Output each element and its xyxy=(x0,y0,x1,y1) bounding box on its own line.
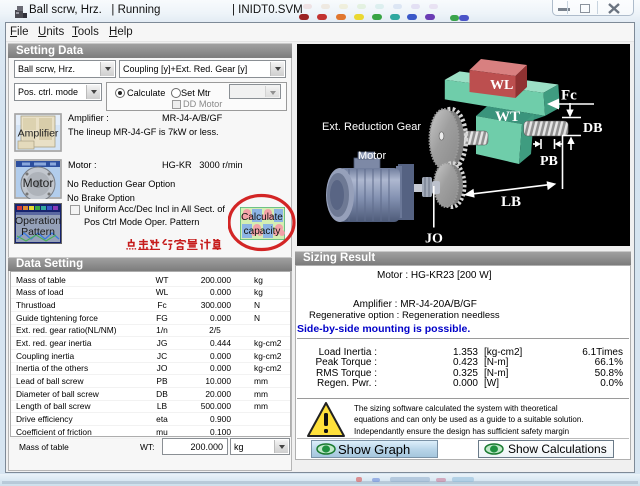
svg-text:Motor: Motor xyxy=(358,150,386,162)
svg-text:Motor: Motor xyxy=(23,176,54,190)
svg-text:Ext. Reduction Gear: Ext. Reduction Gear xyxy=(322,121,421,133)
svg-text:Fc: Fc xyxy=(561,88,577,104)
svg-text:JO: JO xyxy=(425,232,443,247)
svg-text:LB: LB xyxy=(501,194,521,210)
svg-text:Pattern: Pattern xyxy=(21,226,55,238)
svg-text:WL: WL xyxy=(490,78,513,93)
svg-text:DB: DB xyxy=(583,121,602,136)
svg-text:PB: PB xyxy=(540,154,558,169)
svg-text:Amplifier: Amplifier xyxy=(18,128,59,140)
svg-text:WT: WT xyxy=(495,109,520,125)
